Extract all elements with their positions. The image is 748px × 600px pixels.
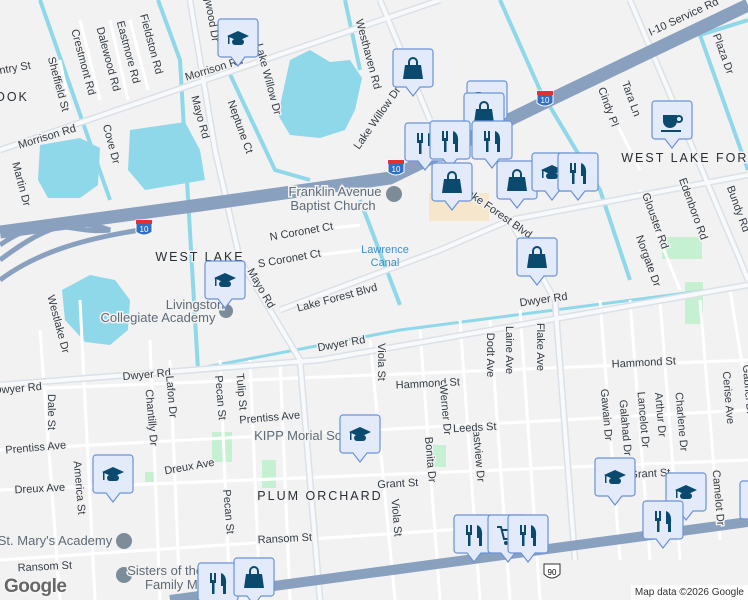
svg-text:90: 90 [548, 568, 557, 577]
google-logo: Google [4, 576, 67, 597]
street-label: Entry St [0, 60, 32, 79]
place-label[interactable]: St. Mary's Academy [0, 532, 114, 550]
street-label: Gawain Dr [598, 388, 615, 441]
street-label: Ransom St [17, 560, 72, 575]
school-poi-icon[interactable] [116, 533, 132, 549]
street-label: Galahad Dr [617, 399, 634, 456]
i10-shield: 10 [387, 159, 405, 176]
street-label: Dodt Ave [484, 333, 496, 377]
street-label: Prentiss Ave [239, 409, 301, 426]
svg-text:10: 10 [541, 96, 550, 105]
street-label: Dreux Ave [14, 482, 65, 497]
street-label: Dale St [45, 394, 57, 430]
street-label: Chantilly Dr [143, 389, 160, 447]
school-marker[interactable] [339, 414, 381, 463]
shopping-marker[interactable] [233, 557, 275, 600]
street-label: Prentiss Ave [5, 439, 67, 456]
street-label: Viola St [375, 343, 387, 381]
neighborhood-label: PLUM ORCHARD [257, 489, 382, 503]
restaurant-marker[interactable] [197, 562, 239, 600]
street-label: Sheffield St [45, 56, 71, 113]
street-label: Dreux Ave [164, 457, 216, 478]
shopping-marker[interactable] [516, 237, 558, 286]
street-label: Mayo Rd [244, 266, 276, 310]
school-marker[interactable] [92, 454, 134, 503]
street-label: America St [71, 460, 88, 515]
street-label: S Coronet Ct [257, 248, 322, 271]
street-label: Viola St [388, 498, 403, 537]
street-label: Grant St [377, 477, 419, 491]
street-label: Camelot Dr [710, 470, 727, 527]
street-label: Dwyer Rd [519, 291, 568, 310]
street-label: Laine Ave [503, 326, 515, 374]
street-label: Hammond St [395, 376, 460, 391]
street-label: Cove Dr [100, 123, 122, 165]
place-label[interactable]: Collegiate Academy [99, 309, 217, 327]
street-label: Tara Ln [619, 80, 643, 119]
neighborhood-label: WEST LAKE FOREST [621, 151, 748, 165]
street-label: Lafon Dr [163, 375, 179, 418]
street-label: Pecan St [212, 375, 228, 421]
shopping-marker[interactable] [496, 160, 538, 209]
water-label: Lawrence [361, 244, 409, 256]
street-label: Charlene Dr [672, 392, 689, 452]
street-label: Pecan St [220, 489, 236, 535]
church-icon[interactable] [386, 186, 402, 202]
restaurant-marker[interactable] [557, 152, 599, 201]
water-label: Canal [371, 257, 400, 269]
place-label[interactable]: Family Mo [144, 576, 207, 594]
school-marker[interactable] [594, 457, 636, 506]
street-label: Ransom St [257, 532, 312, 547]
street-label: Dwyer Rd [0, 381, 42, 397]
place-label[interactable]: Baptist Church [289, 197, 377, 215]
street-label: Lake Willow Dr [352, 85, 404, 152]
street-label: Leeds St [453, 421, 497, 435]
street-label: N Coronet Ct [269, 221, 334, 244]
street-label: Flake Ave [534, 323, 546, 371]
us90-shield: 90 [543, 563, 561, 579]
street-label: Cerise Ave [720, 371, 737, 425]
svg-text:10: 10 [392, 165, 401, 174]
street-label: Arthur Dr [652, 392, 668, 438]
i10-shield: 10 [536, 90, 554, 107]
street-label: Tulip St [233, 373, 248, 411]
street-label: Gabriel Dr [740, 364, 748, 415]
i10-shield: 10 [135, 219, 153, 236]
svg-text:10: 10 [140, 225, 149, 234]
street-label: Cindy Pl [595, 86, 620, 129]
street-label: Neptune Ct [225, 99, 255, 155]
neighborhood-label: OOK [0, 90, 29, 104]
street-label: Crestmont Rd [68, 28, 97, 97]
map-attribution[interactable]: Map data ©2026 Google [630, 585, 748, 600]
street-label: Martin Dr [9, 161, 32, 208]
map-canvas[interactable]: 10 10 10 90 WEST LAKEWEST LAKE FORESTPLU… [0, 0, 748, 600]
place-label[interactable]: Franklin Avenue [287, 183, 383, 201]
street-label: Lancelot Dr [635, 391, 652, 448]
street-label: Bonita Dr [422, 436, 438, 483]
map-view[interactable]: 10 10 10 90 WEST LAKEWEST LAKE FORESTPLU… [0, 0, 748, 600]
